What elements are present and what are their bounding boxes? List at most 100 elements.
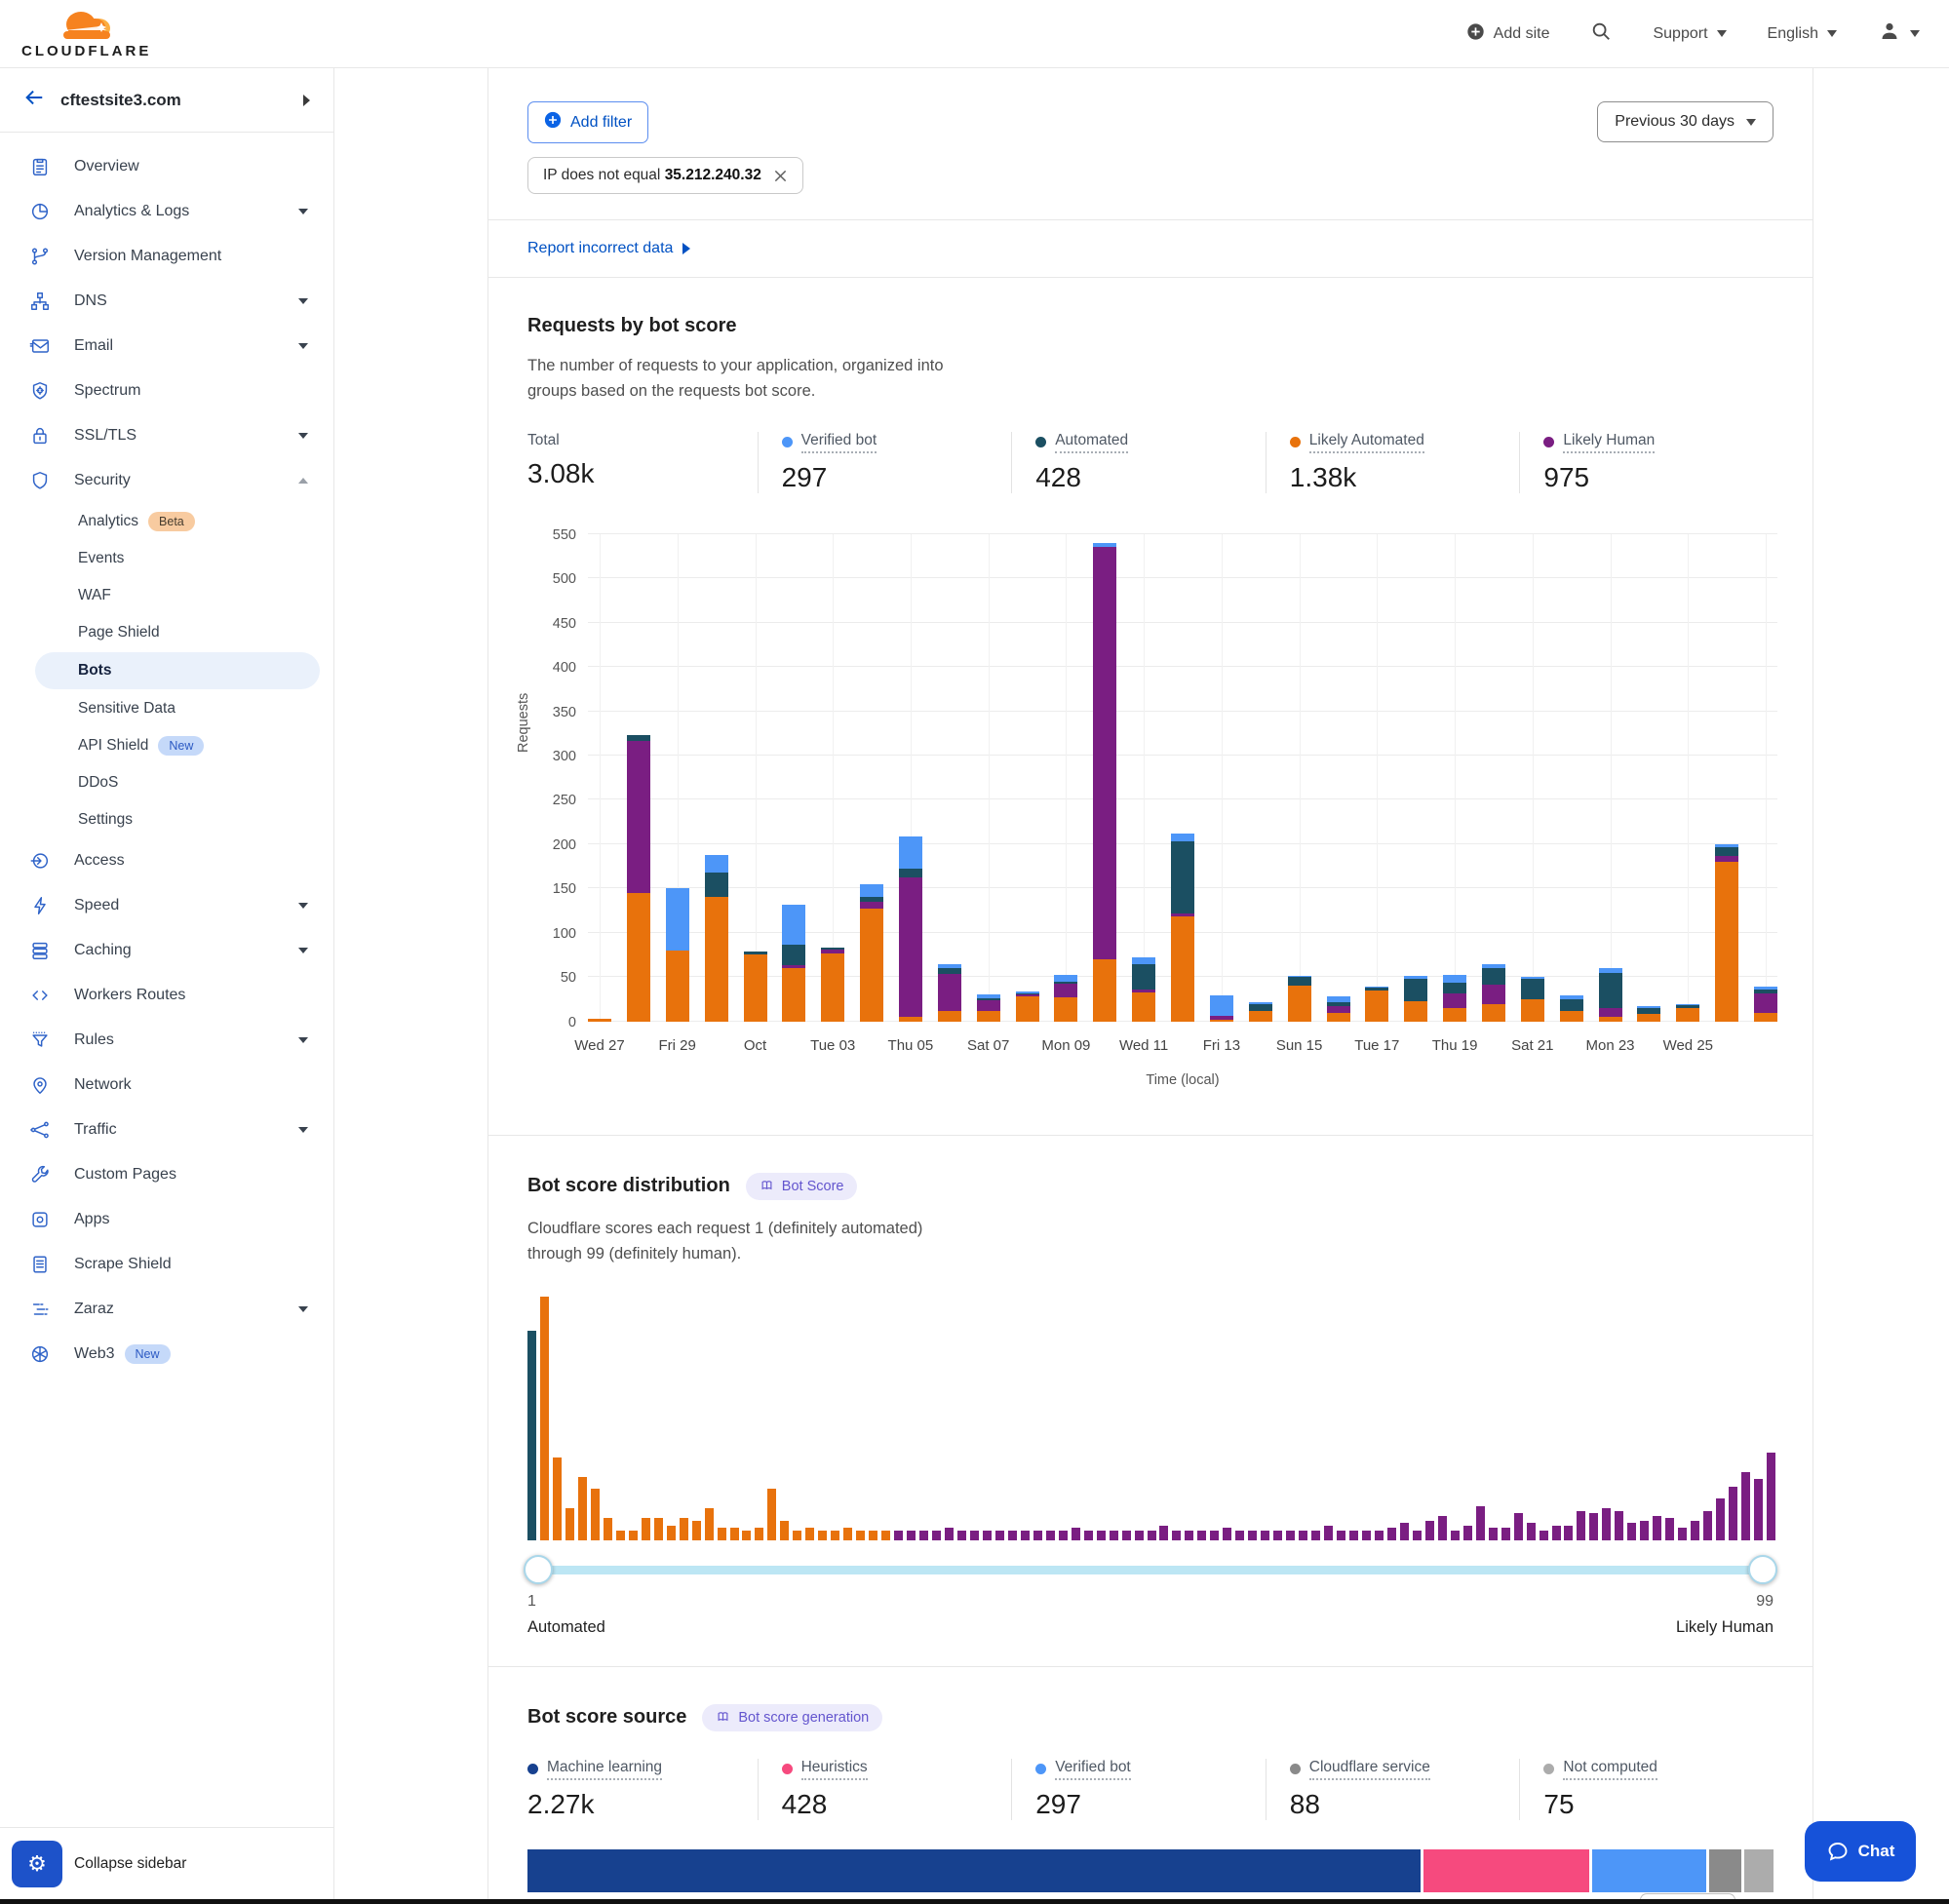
histogram-bar xyxy=(1438,1516,1447,1540)
sidebar-item-apps[interactable]: Apps xyxy=(0,1197,333,1242)
chat-button[interactable]: Chat xyxy=(1805,1821,1916,1882)
stat-label[interactable]: Verified bot xyxy=(782,432,877,453)
sidebar-item-overview[interactable]: Overview xyxy=(0,144,333,189)
bar-segment-likely-human xyxy=(938,974,961,1011)
histogram-bar xyxy=(540,1297,549,1540)
sidebar-item-web3[interactable]: Web3New xyxy=(0,1332,333,1377)
score-range-slider[interactable] xyxy=(527,1554,1774,1585)
date-range-select[interactable]: Previous 30 days xyxy=(1597,101,1774,142)
chart-bar xyxy=(1754,987,1777,1022)
slider-handle-max[interactable] xyxy=(1748,1555,1777,1584)
back-arrow-icon[interactable] xyxy=(23,87,45,113)
stat-label[interactable]: Likely Human xyxy=(1543,432,1655,453)
sidebar-item-events[interactable]: Events xyxy=(0,540,333,577)
stat-label[interactable]: Machine learning xyxy=(527,1759,662,1780)
sidebar-item-ssl-tls[interactable]: SSL/TLS xyxy=(0,413,333,458)
user-icon xyxy=(1878,19,1901,48)
histogram-bar xyxy=(1235,1531,1244,1540)
histogram-bar xyxy=(565,1508,574,1540)
stat-value: 3.08k xyxy=(527,458,758,489)
chevron-down-icon xyxy=(298,1037,308,1043)
collapse-sidebar-button[interactable]: Collapse sidebar xyxy=(74,1855,186,1873)
account-menu[interactable] xyxy=(1878,19,1920,48)
stat-label[interactable]: Heuristics xyxy=(782,1759,868,1780)
slider-track[interactable] xyxy=(529,1566,1772,1574)
bar-segment-likely-automated xyxy=(860,909,883,1022)
chevron-down-icon xyxy=(298,433,308,439)
stat-label[interactable]: Likely Automated xyxy=(1290,432,1424,453)
bar-segment-automated xyxy=(1171,841,1194,913)
support-menu[interactable]: Support xyxy=(1653,25,1726,43)
site-switcher[interactable]: cftestsite3.com xyxy=(0,68,333,133)
chart-bar xyxy=(1249,1002,1272,1022)
branch-icon xyxy=(29,246,51,267)
add-site-button[interactable]: Add site xyxy=(1466,22,1550,46)
filter-chip[interactable]: IP does not equal 35.212.240.32 xyxy=(527,157,803,194)
sidebar-item-network[interactable]: Network xyxy=(0,1063,333,1107)
sidebar-item-email[interactable]: Email xyxy=(0,324,333,369)
chart-bar xyxy=(744,952,767,1022)
gridline xyxy=(1222,534,1223,1022)
sidebar-item-sensitive-data[interactable]: Sensitive Data xyxy=(0,690,333,727)
sidebar-item-spectrum[interactable]: Spectrum xyxy=(0,369,333,413)
settings-gear-button[interactable]: ⚙ xyxy=(12,1841,62,1887)
add-filter-button[interactable]: Add filter xyxy=(527,101,648,143)
stat-label[interactable]: Not computed xyxy=(1543,1759,1657,1780)
chevron-down-icon xyxy=(1746,119,1756,126)
gridline xyxy=(756,534,757,1022)
stat-value: 297 xyxy=(1035,1789,1266,1820)
x-axis-title: Time (local) xyxy=(588,1072,1777,1088)
y-tick-label: 0 xyxy=(531,1015,576,1030)
sidebar-item-access[interactable]: Access xyxy=(0,838,333,883)
sidebar-item-caching[interactable]: Caching xyxy=(0,928,333,973)
sidebar-item-ddos[interactable]: DDoS xyxy=(0,764,333,801)
chart-bar xyxy=(1443,975,1466,1022)
x-tick-label: Sat 07 xyxy=(967,1037,1009,1054)
stat-value: 297 xyxy=(782,462,1012,493)
sidebar-item-api-shield[interactable]: API ShieldNew xyxy=(0,727,333,764)
sidebar-item-analytics[interactable]: AnalyticsBeta xyxy=(0,503,333,540)
x-tick-label: Thu 19 xyxy=(1432,1037,1478,1054)
report-incorrect-data-link[interactable]: Report incorrect data xyxy=(527,240,673,257)
bar-segment-automated xyxy=(1715,847,1738,856)
sidebar-item-traffic[interactable]: Traffic xyxy=(0,1107,333,1152)
bot-score-docs-badge[interactable]: Bot Score xyxy=(746,1173,858,1200)
sidebar-item-version-management[interactable]: Version Management xyxy=(0,234,333,279)
histogram-bar xyxy=(919,1531,928,1540)
sidebar-item-waf[interactable]: WAF xyxy=(0,577,333,614)
sidebar-item-bots[interactable]: Bots xyxy=(35,652,320,689)
histogram-bar xyxy=(805,1528,814,1540)
search-button[interactable] xyxy=(1590,20,1612,47)
sidebar-item-custom-pages[interactable]: Custom Pages xyxy=(0,1152,333,1197)
chart-bar xyxy=(1132,957,1155,1021)
histogram-bar xyxy=(1514,1513,1523,1540)
source-stat-verified-bot: Verified bot 297 xyxy=(1011,1759,1266,1820)
sidebar-item-page-shield[interactable]: Page Shield xyxy=(0,614,333,651)
stat-label[interactable]: Verified bot xyxy=(1035,1759,1131,1780)
sidebar-item-security[interactable]: Security xyxy=(0,458,333,503)
gear-icon: ⚙ xyxy=(27,1851,47,1877)
gridline xyxy=(588,798,1777,799)
chevron-down-icon xyxy=(298,343,308,349)
bar-segment-likely-automated xyxy=(977,1011,1000,1022)
histogram-bar xyxy=(1059,1531,1068,1540)
sidebar-item-scrape-shield[interactable]: Scrape Shield xyxy=(0,1242,333,1287)
histogram-bar xyxy=(869,1531,877,1540)
histogram-bar xyxy=(1767,1453,1775,1540)
sidebar-item-settings[interactable]: Settings xyxy=(0,801,333,838)
histogram-bar xyxy=(894,1531,903,1540)
stat-label[interactable]: Cloudflare service xyxy=(1290,1759,1430,1780)
sidebar-item-speed[interactable]: Speed xyxy=(0,883,333,928)
sidebar-item-analytics-logs[interactable]: Analytics & Logs xyxy=(0,189,333,234)
stat-label[interactable]: Automated xyxy=(1035,432,1128,453)
sidebar-item-workers-routes[interactable]: Workers Routes xyxy=(0,973,333,1018)
remove-filter-icon[interactable] xyxy=(773,169,788,183)
sidebar-item-zaraz[interactable]: Zaraz xyxy=(0,1287,333,1332)
slider-handle-min[interactable] xyxy=(524,1555,553,1584)
cloudflare-logo[interactable]: CLOUDFLARE xyxy=(21,10,151,58)
sidebar-item-dns[interactable]: DNS xyxy=(0,279,333,324)
language-menu[interactable]: English xyxy=(1768,25,1837,43)
sidebar-item-rules[interactable]: Rules xyxy=(0,1018,333,1063)
bot-score-generation-docs-badge[interactable]: Bot score generation xyxy=(702,1704,882,1731)
slider-max-value: 99 xyxy=(1756,1593,1774,1611)
